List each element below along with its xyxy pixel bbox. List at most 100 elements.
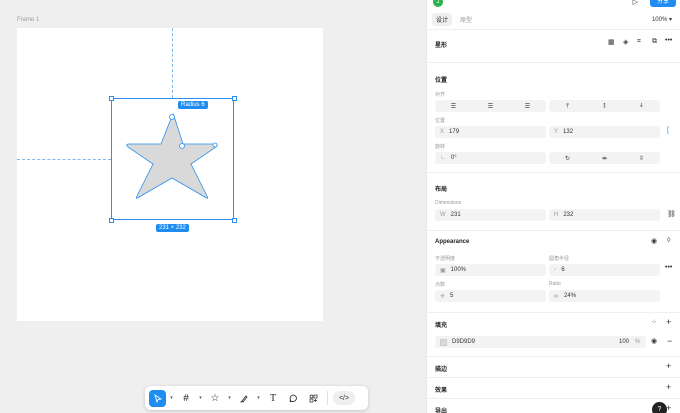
h-value: 232 (563, 212, 574, 218)
remove-fill-icon[interactable]: − (667, 336, 672, 346)
shape-tool-button[interactable]: ☆ (206, 390, 224, 407)
fill-row[interactable]: D9D9D9 100 % (435, 336, 646, 348)
position-label: 位置 (435, 118, 446, 124)
styles-icon[interactable]: ⁘ (651, 318, 657, 326)
component-icon[interactable]: ◈ (623, 38, 628, 46)
play-icon[interactable]: ▷ (633, 0, 638, 6)
points-label: 点数 (435, 282, 446, 288)
w-prefix: W (440, 212, 446, 218)
resize-handle-bottom-left[interactable] (109, 218, 114, 223)
cursor-icon (153, 393, 162, 403)
corner-radius-value: 6 (561, 267, 565, 273)
smart-guide-vertical (172, 28, 173, 98)
y-prefix: Y (554, 129, 559, 135)
h-prefix: H (554, 212, 559, 218)
points-icon: ✳ (440, 293, 446, 300)
smart-guide-horizontal (17, 159, 111, 160)
dimensions-label: Dimensions (435, 200, 462, 206)
width-field[interactable]: W 231 (435, 209, 546, 221)
constrain-proportions-icon[interactable]: ⛓ (667, 210, 676, 218)
rotate-icon[interactable]: ↻ (565, 155, 570, 162)
ratio-label: Ratio (549, 281, 561, 287)
fill-swatch[interactable] (440, 338, 447, 346)
boolean-icon[interactable]: ⧉ (652, 38, 657, 46)
align-bottom-icon[interactable]: ⫰ (640, 103, 643, 110)
actions-tool-button[interactable] (304, 390, 322, 407)
align-left-icon[interactable]: ☰ (451, 103, 456, 110)
frame-label[interactable]: Frame 1 (17, 17, 39, 23)
constraints-icon[interactable]: [ (667, 127, 669, 134)
height-field[interactable]: H 232 (549, 209, 660, 221)
chevron-down-icon[interactable]: ▾ (168, 395, 175, 401)
shape-title: 星形 (435, 43, 448, 49)
help-button[interactable]: ? (652, 402, 667, 413)
opacity-label: 不透明度 (435, 256, 456, 262)
pen-icon (239, 394, 248, 403)
corner-radius-field[interactable]: ◜ 6 (549, 264, 660, 276)
resize-handle-bottom-right[interactable] (232, 218, 237, 223)
text-tool-button[interactable]: T (264, 390, 282, 407)
chevron-down-icon[interactable]: ▾ (226, 395, 233, 401)
ratio-icon: ⊳ (554, 293, 560, 300)
fill-opacity-value: 100 (618, 339, 629, 345)
components-icon (309, 394, 317, 402)
ratio-field[interactable]: ⊳ 24% (549, 290, 660, 302)
add-fill-icon[interactable]: + (666, 317, 671, 327)
opacity-icon: ▣ (440, 267, 446, 274)
x-field[interactable]: X 179 (435, 126, 546, 138)
rotation-value: 0° (450, 155, 457, 161)
flip-horizontal-icon[interactable]: ⇹ (602, 155, 607, 162)
toolbar-divider (327, 391, 328, 405)
y-value: 132 (563, 129, 574, 135)
share-button[interactable]: 分享 (650, 0, 676, 7)
resize-handle-top-left[interactable] (109, 96, 114, 101)
frame-tool-button[interactable]: # (177, 390, 195, 407)
rotation-field[interactable]: ∟ 0° (435, 152, 546, 164)
chevron-down-icon[interactable]: ▾ (197, 395, 204, 401)
align-middle-icon[interactable]: ⫾ (604, 103, 606, 110)
dev-mode-toggle[interactable]: </> (333, 391, 355, 405)
canvas[interactable]: Frame 1 Radius 6 231 × 232 ▾ # ▾ ☆ ▾ ▾ T (0, 0, 426, 413)
eye-icon[interactable]: ◉ (651, 237, 657, 245)
corner-radius-label: 圆角半径 (549, 256, 570, 262)
align-top-icon[interactable]: ⫯ (566, 103, 569, 110)
resize-handle-top-right[interactable] (232, 96, 237, 101)
eye-icon[interactable]: ◉ (651, 337, 657, 345)
align-center-icon[interactable]: ☰ (488, 103, 493, 110)
opacity-value: 100% (450, 267, 467, 273)
pen-tool-button[interactable] (235, 390, 253, 407)
mask-icon[interactable]: ⌗ (637, 38, 641, 46)
appearance-title: Appearance (435, 239, 470, 245)
fill-opacity-unit: % (634, 339, 640, 345)
chevron-down-icon[interactable]: ▾ (255, 395, 262, 401)
points-field[interactable]: ✳ 5 (435, 290, 546, 302)
add-effect-icon[interactable]: + (666, 382, 671, 392)
fill-hex-value: D9D9D9 (452, 339, 476, 345)
align-vertical-group: ⫯ ⫾ ⫰ (549, 100, 660, 112)
move-tool-button[interactable] (149, 389, 166, 407)
opacity-field[interactable]: ▣ 100% (435, 264, 546, 276)
avatar[interactable]: J (433, 0, 443, 7)
more-icon[interactable]: ••• (665, 264, 672, 271)
zoom-level[interactable]: 100% ▾ (652, 16, 672, 23)
export-section: 导出 + ? (427, 399, 680, 413)
flip-vertical-icon[interactable]: ⇳ (639, 155, 644, 162)
drop-icon[interactable]: ◊ (667, 237, 670, 244)
comment-tool-button[interactable] (284, 390, 302, 407)
y-field[interactable]: Y 132 (549, 126, 660, 138)
grid-icon[interactable]: ▦ (608, 38, 615, 46)
x-value: 179 (449, 129, 460, 135)
align-right-icon[interactable]: ☰ (525, 103, 530, 110)
transform-group: ↻ ⇹ ⇳ (549, 152, 660, 164)
more-icon[interactable]: ••• (665, 37, 672, 44)
tab-design[interactable]: 设计 (432, 13, 453, 26)
panel-header: J ▷ 分享 (427, 0, 680, 10)
add-stroke-icon[interactable]: + (666, 361, 671, 371)
tab-prototype[interactable]: 原型 (456, 13, 476, 26)
angle-icon: ∟ (440, 155, 446, 161)
layout-section: 布局 Dimensions W 231 H 232 ⛓ (427, 173, 680, 231)
align-horizontal-group: ☰ ☰ ☰ (435, 100, 546, 112)
selection-box[interactable] (111, 98, 234, 220)
w-value: 231 (450, 212, 461, 218)
comment-icon (289, 394, 297, 402)
